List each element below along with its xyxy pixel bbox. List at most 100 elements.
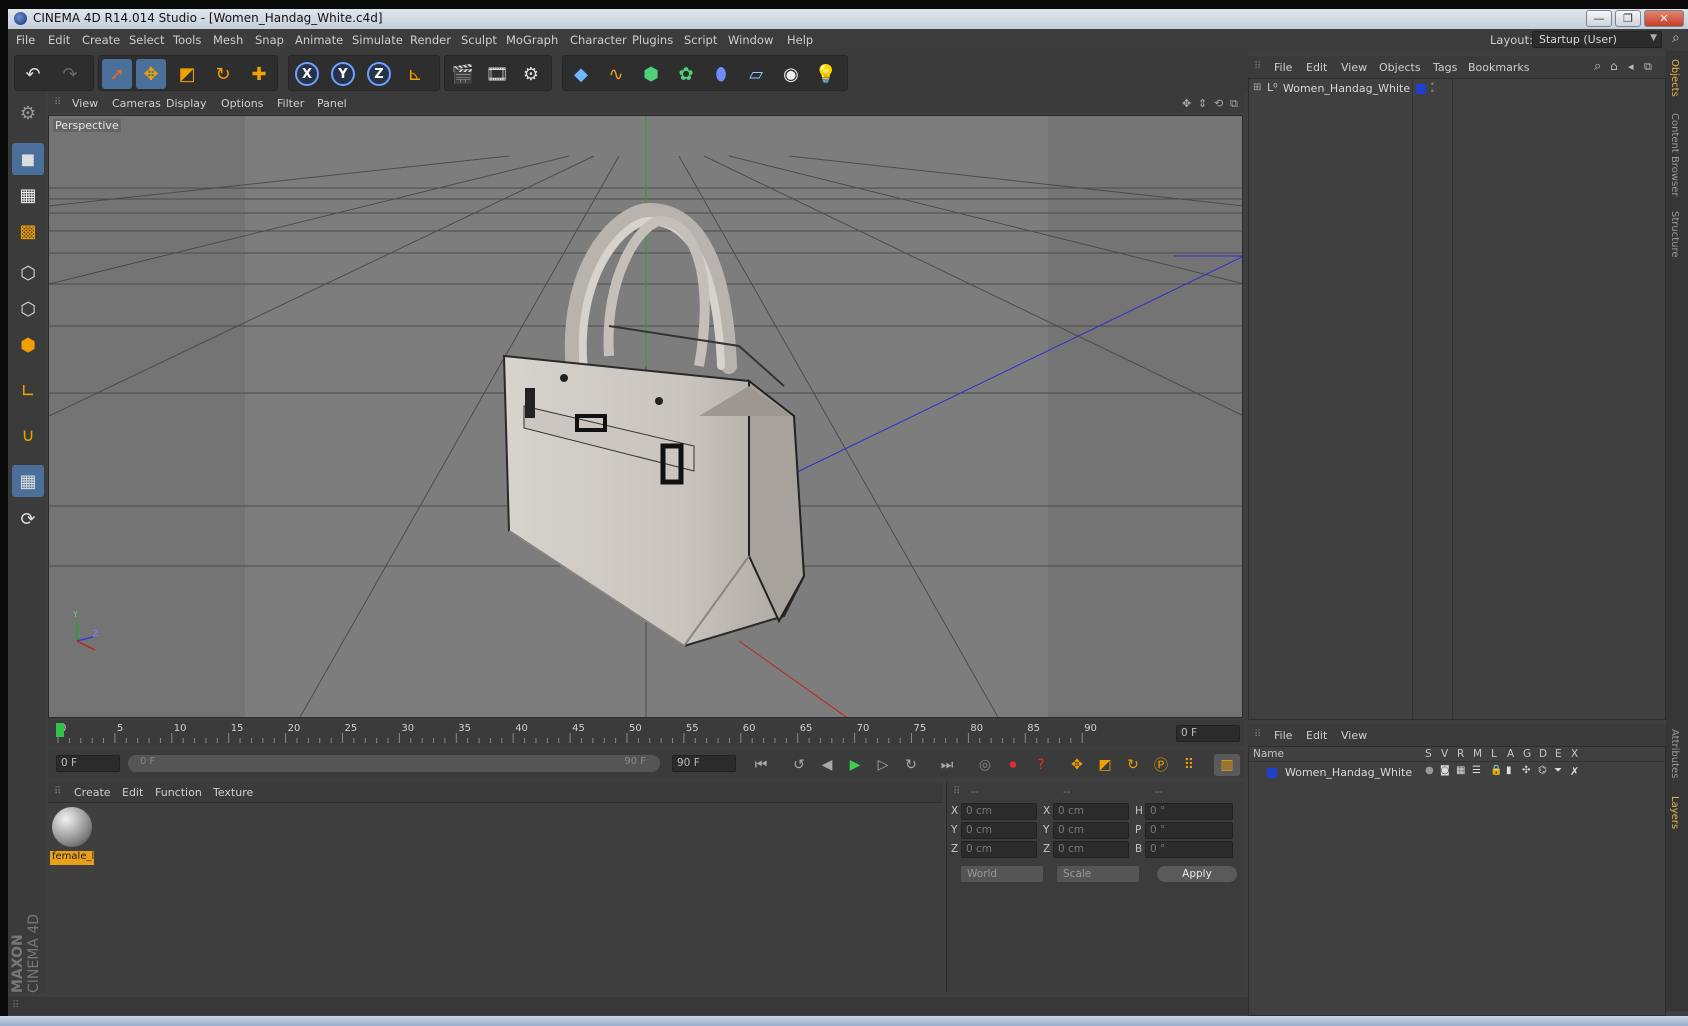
visible-editor-icon[interactable]: ◙ <box>1440 765 1450 776</box>
points-mode-icon[interactable]: ⬡ <box>12 257 44 289</box>
render-icon[interactable]: ▦ <box>1456 765 1465 776</box>
texture-mode-icon[interactable]: ▦ <box>12 179 44 211</box>
object-menu-bookmarks[interactable]: Bookmarks <box>1468 61 1529 74</box>
menu-character[interactable]: Character <box>570 33 627 47</box>
apply-button[interactable]: Apply <box>1157 866 1237 882</box>
object-menu-view[interactable]: View <box>1341 61 1367 74</box>
object-menu-edit[interactable]: Edit <box>1306 61 1327 74</box>
render-picture-viewer-icon[interactable]: 🎞 <box>482 59 512 89</box>
object-menu-file[interactable]: File <box>1274 61 1292 74</box>
tab-attributes[interactable]: Attributes <box>1669 729 1680 778</box>
end-frame-field[interactable]: 90 F <box>672 755 736 772</box>
maximize-view-icon[interactable]: ⧉ <box>1230 97 1238 111</box>
autokey-icon[interactable]: ⏺ <box>1000 754 1026 776</box>
rot-b-field[interactable]: 0 ° <box>1145 841 1233 858</box>
menu-file[interactable]: File <box>16 33 35 47</box>
frame-range-slider[interactable]: 0 F 90 F <box>128 755 660 772</box>
perspective-viewport[interactable]: Perspective Y Z <box>48 115 1243 718</box>
menu-sculpt[interactable]: Sculpt <box>461 33 497 47</box>
keyframe-selection-icon[interactable]: ? <box>1028 754 1054 776</box>
polygons-mode-icon[interactable]: ⬢ <box>12 329 44 361</box>
next-key-icon[interactable]: ↻ <box>898 754 924 776</box>
object-menu-tags[interactable]: Tags <box>1433 61 1457 74</box>
layer-row[interactable]: Women_Handag_White ● ◙ ▦ ☰ 🔒 ▮ ✣ ⌬ ⏷ ✗ <box>1249 765 1665 781</box>
start-frame-field[interactable]: 0 F <box>56 755 120 772</box>
go-to-start-icon[interactable]: ⏮ <box>748 754 774 776</box>
rot-p-field[interactable]: 0 ° <box>1145 822 1233 839</box>
go-to-end-icon[interactable]: ⏭ <box>934 754 960 776</box>
menu-simulate[interactable]: Simulate <box>352 33 403 47</box>
lock-icon[interactable]: 🔒 <box>1490 765 1502 776</box>
deformer-icon[interactable]: ⬮ <box>706 59 736 89</box>
timeline-window-icon[interactable]: ▥ <box>1214 754 1240 776</box>
expand-icon[interactable]: ⊞ <box>1253 82 1261 93</box>
menu-script[interactable]: Script <box>684 33 717 47</box>
viewport-menu-view[interactable]: View <box>72 97 98 110</box>
menu-plugins[interactable]: Plugins <box>632 33 673 47</box>
menu-snap[interactable]: Snap <box>255 33 284 47</box>
search-icon[interactable]: ⌕ <box>1594 59 1601 74</box>
current-frame-field[interactable]: 0 F <box>1176 725 1240 742</box>
coordinate-mode-dropdown[interactable]: World <box>961 866 1043 882</box>
edges-mode-icon[interactable]: ⬡ <box>12 293 44 325</box>
generators-icon[interactable]: ✣ <box>1522 765 1530 776</box>
menu-window[interactable]: Window <box>728 33 773 47</box>
menu-tools[interactable]: Tools <box>173 33 201 47</box>
viewport-menu-filter[interactable]: Filter <box>277 97 304 110</box>
back-icon[interactable]: ◂ <box>1628 60 1634 73</box>
layer-menu-file[interactable]: File <box>1274 729 1292 742</box>
tab-structure[interactable]: Structure <box>1669 211 1680 258</box>
close-button[interactable]: ✕ <box>1644 10 1684 27</box>
material-menu-edit[interactable]: Edit <box>122 786 143 799</box>
menu-edit[interactable]: Edit <box>48 33 70 47</box>
workplane-mode-icon[interactable]: ▩ <box>12 215 44 247</box>
menu-select[interactable]: Select <box>129 33 164 47</box>
size-y-field[interactable]: 0 cm <box>1053 822 1129 839</box>
key-rotation-icon[interactable]: ↻ <box>1120 754 1146 776</box>
size-x-field[interactable]: 0 cm <box>1053 803 1129 820</box>
spline-pen-icon[interactable]: ∿ <box>601 59 631 89</box>
scale-mode-dropdown[interactable]: Scale <box>1057 866 1139 882</box>
menu-mesh[interactable]: Mesh <box>213 33 243 47</box>
viewport-menu-panel[interactable]: Panel <box>317 97 347 110</box>
material-menu-texture[interactable]: Texture <box>213 786 253 799</box>
key-parameter-icon[interactable]: Ⓟ <box>1148 754 1174 776</box>
floor-icon[interactable]: ▱ <box>741 59 771 89</box>
z-axis-lock-icon[interactable]: Z <box>367 62 391 86</box>
move-icon[interactable]: ✥ <box>136 59 166 89</box>
layout-dropdown[interactable]: Startup (User) ▼ <box>1532 31 1662 48</box>
manager-icon[interactable]: ☰ <box>1472 765 1481 776</box>
minimize-button[interactable]: — <box>1586 10 1612 27</box>
scale-icon[interactable]: ◩ <box>172 59 202 89</box>
xref-icon[interactable]: ✗ <box>1570 765 1579 778</box>
redo-icon[interactable]: ↷ <box>55 59 85 89</box>
rotate-icon[interactable]: ↻ <box>208 59 238 89</box>
material-swatch[interactable]: female_l <box>50 805 94 865</box>
model-mode-icon[interactable]: ◼ <box>12 143 44 175</box>
locked-workplane-icon[interactable]: ⟳ <box>12 503 44 535</box>
home-icon[interactable]: ⌂ <box>1610 59 1618 73</box>
recent-tool-icon[interactable]: ✚ <box>244 59 274 89</box>
pos-z-field[interactable]: 0 cm <box>961 841 1037 858</box>
key-position-icon[interactable]: ✥ <box>1064 754 1090 776</box>
expressions-icon[interactable]: ⏷ <box>1554 765 1562 776</box>
menu-render[interactable]: Render <box>410 33 451 47</box>
next-frame-icon[interactable]: ▷ <box>870 754 896 776</box>
previous-frame-icon[interactable]: ◀ <box>814 754 840 776</box>
pos-x-field[interactable]: 0 cm <box>961 803 1037 820</box>
play-icon[interactable]: ▶ <box>842 754 868 776</box>
rot-h-field[interactable]: 0 ° <box>1145 803 1233 820</box>
playhead[interactable] <box>56 723 64 737</box>
search-icon[interactable]: ⌕ <box>1672 30 1680 46</box>
coordinate-system-icon[interactable]: ⊾ <box>400 59 430 89</box>
y-axis-lock-icon[interactable]: Y <box>331 62 355 86</box>
layer-menu-view[interactable]: View <box>1341 729 1367 742</box>
new-panel-icon[interactable]: ⧉ <box>1644 60 1652 74</box>
layer-color-swatch[interactable] <box>1267 768 1277 778</box>
restore-button[interactable]: ❐ <box>1615 10 1641 27</box>
key-pla-icon[interactable]: ⠿ <box>1176 754 1202 776</box>
object-row[interactable]: ⊞ L⁰ Women_Handag_White • • <box>1249 81 1665 97</box>
axis-mode-icon[interactable]: ∟ <box>12 375 44 407</box>
menu-animate[interactable]: Animate <box>295 33 343 47</box>
live-selection-icon[interactable]: ➚ <box>102 59 132 89</box>
